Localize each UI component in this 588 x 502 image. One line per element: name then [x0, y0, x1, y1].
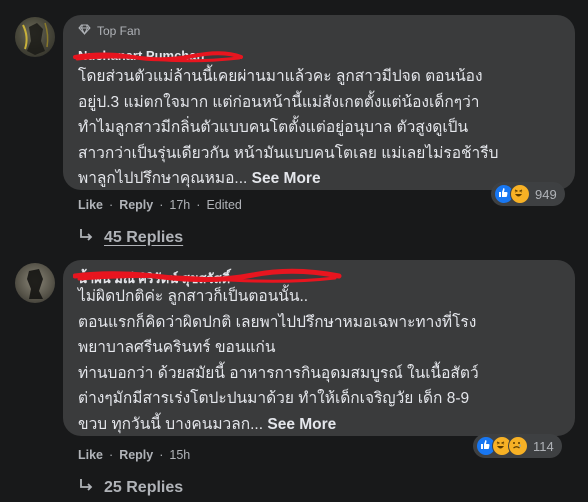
view-replies-button[interactable]: 25 Replies: [78, 477, 183, 498]
see-more-link[interactable]: See More: [267, 416, 336, 433]
like-button[interactable]: Like: [78, 448, 103, 462]
diamond-icon: [78, 24, 91, 38]
comment-actions: Like · Reply · 15h: [78, 448, 190, 462]
avatar-image: [27, 269, 43, 299]
comment-bubble: น้ำฝน มณี ศิริรัตน์ สุขสวัสดิ์ ไม่ผิดปกต…: [63, 260, 575, 436]
timestamp[interactable]: 15h: [169, 448, 190, 462]
replies-count-label: 45 Replies: [104, 228, 184, 246]
redaction-scribble: [73, 268, 342, 283]
reply-arrow-icon: [78, 227, 94, 248]
reply-button[interactable]: Reply: [119, 448, 153, 462]
reaction-summary[interactable]: 114: [473, 434, 562, 458]
comment-actions: Like · Reply · 17h · Edited: [78, 198, 242, 212]
badge-label: Top Fan: [97, 24, 141, 38]
comment-bubble: Top Fan Nuchanart Pumchan โดยส่วนตัวแม่ล…: [63, 15, 575, 190]
top-fan-badge: Top Fan: [78, 24, 140, 38]
separator-dot: ·: [196, 198, 201, 212]
edited-label: Edited: [206, 198, 242, 212]
comment-text: โดยส่วนตัวแม่ล้านนี้เคยผ่านมาแล้วคะ ลูกส…: [78, 64, 561, 192]
reaction-summary[interactable]: 949: [491, 182, 565, 206]
reaction-count: 949: [535, 186, 557, 202]
comment-body: ไม่ผิดปกติค่ะ ลูกสาวก็เป็นตอนนั้น.. ตอนแ…: [78, 288, 479, 433]
commenter-avatar[interactable]: [15, 263, 55, 303]
view-replies-button[interactable]: 45 Replies: [78, 227, 183, 248]
like-button[interactable]: Like: [78, 198, 103, 212]
comment-text: ไม่ผิดปกติค่ะ ลูกสาวก็เป็นตอนนั้น.. ตอนแ…: [78, 284, 561, 437]
reaction-count: 114: [533, 438, 554, 454]
avatar-image: [22, 22, 49, 55]
separator-dot: ·: [109, 448, 114, 462]
reply-button[interactable]: Reply: [119, 198, 153, 212]
redaction-scribble: [73, 51, 243, 63]
sad-icon: [508, 436, 528, 456]
separator-dot: ·: [159, 198, 164, 212]
haha-icon: [510, 184, 530, 204]
see-more-link[interactable]: See More: [252, 170, 321, 187]
replies-count-label: 25 Replies: [104, 478, 184, 496]
timestamp[interactable]: 17h: [169, 198, 190, 212]
commenter-avatar[interactable]: [15, 17, 55, 57]
separator-dot: ·: [159, 448, 164, 462]
separator-dot: ·: [109, 198, 114, 212]
reply-arrow-icon: [78, 477, 94, 498]
